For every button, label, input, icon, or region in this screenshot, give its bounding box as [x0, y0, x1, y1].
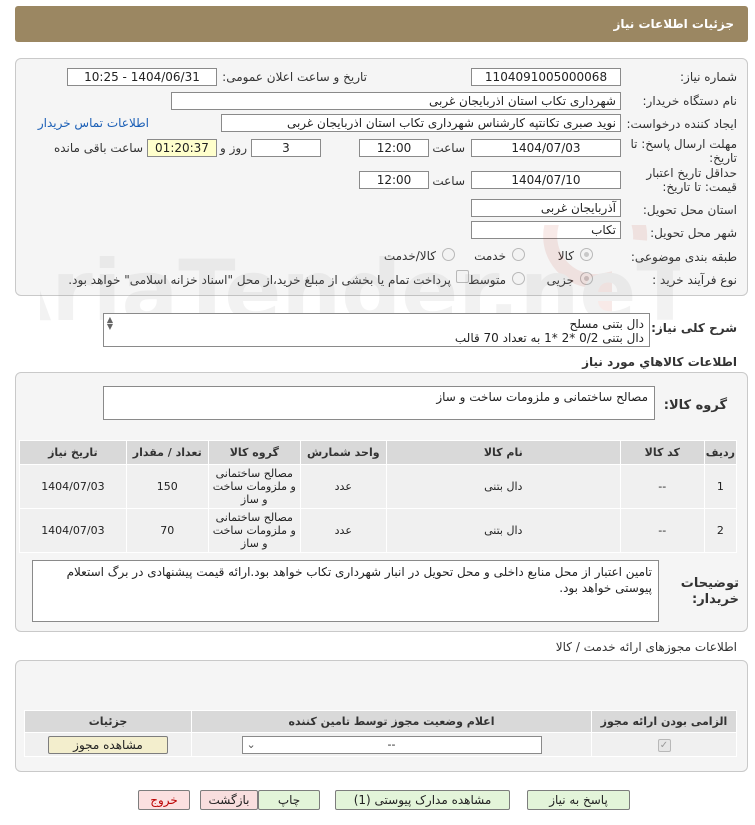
cell-goods-name: دال بتنی	[385, 508, 621, 553]
license-status-select[interactable]: -- ⌄	[241, 735, 542, 754]
table-row[interactable]: 2 -- دال بتنی عدد مصالح ساختمانی و ملزوم…	[19, 508, 738, 553]
cell-goods-code: --	[619, 508, 705, 553]
request-creator-field[interactable]: نوید صبری تکانتپه کارشناس شهرداری تکاب ا…	[221, 114, 621, 132]
purchase-process-label: نوع فرآیند خرید :	[652, 273, 737, 287]
cell-goods-name: دال بتنی	[385, 464, 621, 509]
col-license-required: الزامی بودن ارائه مجوز	[591, 710, 737, 733]
chevron-down-icon: ⌄	[246, 737, 256, 751]
cell-goods-group: مصالح ساختمانی و ملزومات ساخت و ساز	[207, 464, 301, 509]
col-goods-group: گروه کالا	[207, 440, 301, 465]
process-radio-medium[interactable]	[512, 272, 525, 285]
need-number-field[interactable]: 1104091005000068	[471, 68, 621, 86]
col-quantity: تعداد / مقدار	[125, 440, 209, 465]
need-description-line2: دال بتنی 0/2 *2 *1 به تعداد 70 قالب	[454, 331, 644, 345]
announce-datetime-field[interactable]: 1404/06/31 - 10:25	[67, 68, 217, 86]
cell-quantity: 150	[125, 464, 209, 509]
col-license-details: جزئیات	[24, 710, 192, 733]
category-goods-service-label: کالا/خدمت	[383, 249, 436, 263]
buyer-contact-link[interactable]: اطلاعات تماس خریدار	[38, 116, 149, 130]
remaining-time-field[interactable]: 01:20:37	[147, 139, 217, 157]
process-minor-label: جزیی	[546, 273, 574, 287]
table-row: ✓ -- ⌄ مشاهده مجوز	[24, 732, 737, 757]
cell-goods-group: مصالح ساختمانی و ملزومات ساخت و ساز	[207, 508, 301, 553]
goods-group-label: گروه کالا:	[663, 398, 727, 413]
reply-deadline-label: مهلت ارسال پاسخ: تا تاریخ:	[630, 137, 737, 165]
price-validity-label: حداقل تاریخ اعتبار قیمت: تا تاریخ:	[646, 166, 737, 194]
category-radio-goods[interactable]	[580, 248, 593, 261]
treasury-payment-checkbox[interactable]	[456, 270, 469, 283]
category-service-label: خدمت	[474, 249, 506, 263]
process-medium-label: متوسط	[468, 273, 506, 287]
cell-license-status: -- ⌄	[191, 732, 592, 757]
col-license-status: اعلام وضعیت مجوز توسط تامین کننده	[191, 710, 592, 733]
validity-time-label: ساعت	[432, 174, 465, 188]
goods-section-title: اطلاعات کالاهاي مورد نياز	[582, 355, 737, 369]
licenses-section-title: اطلاعات مجوزهای ارائه خدمت / کالا	[555, 640, 737, 654]
need-description-line1: دال بتنی مسلح	[569, 317, 644, 331]
delivery-province-label: استان محل تحویل:	[642, 203, 737, 217]
licenses-table-header: الزامی بودن ارائه مجوز اعلام وضعیت مجوز …	[24, 710, 737, 733]
need-description-label: شرح کلی نیاز:	[651, 321, 737, 335]
goods-table-header: ردیف کد کالا نام کالا واحد شمارش گروه کا…	[19, 440, 738, 465]
buyer-org-label: نام دستگاه خریدار:	[642, 94, 738, 108]
back-button[interactable]: بازگشت	[200, 790, 258, 810]
buyer-org-field[interactable]: شهرداری تکاب استان اذربایجان غربی	[171, 92, 621, 110]
license-status-value: --	[387, 737, 396, 751]
exit-button[interactable]: خروج	[138, 790, 190, 810]
cell-quantity: 70	[125, 508, 209, 553]
need-description-box[interactable]: دال بتنی مسلح دال بتنی 0/2 *2 *1 به تعدا…	[103, 313, 650, 347]
category-goods-label: کالا	[557, 249, 574, 263]
print-button[interactable]: چاپ	[258, 790, 320, 810]
cell-row-number: 2	[703, 508, 738, 553]
treasury-payment-note: پرداخت تمام یا بخشی از مبلغ خرید،از محل …	[68, 273, 451, 287]
col-need-date: تاریخ نیاز	[19, 440, 127, 465]
licenses-table: الزامی بودن ارائه مجوز اعلام وضعیت مجوز …	[24, 710, 737, 757]
process-radio-minor[interactable]	[580, 272, 593, 285]
reply-date-field[interactable]: 1404/07/03	[471, 139, 621, 157]
col-goods-name: نام کالا	[385, 440, 621, 465]
col-unit: واحد شمارش	[299, 440, 387, 465]
buyer-notes-label: توضیحات خریدار:	[680, 576, 739, 607]
page-header: جزئیات اطلاعات نیاز	[15, 6, 748, 42]
cell-need-date: 1404/07/03	[19, 464, 127, 509]
request-creator-label: ایجاد کننده درخواست:	[626, 117, 737, 131]
description-scroll-spinner[interactable]: ▲ ▼	[104, 316, 116, 331]
remaining-time-label: ساعت باقی مانده	[53, 141, 143, 155]
cell-row-number: 1	[703, 464, 738, 509]
delivery-province-field[interactable]: آذربایجان غربی	[471, 199, 621, 217]
view-attachments-button[interactable]: مشاهده مدارک پیوستی (1)	[335, 790, 510, 810]
reply-time-field[interactable]: 12:00	[359, 139, 429, 157]
category-radio-service[interactable]	[512, 248, 525, 261]
category-radio-goods-service[interactable]	[442, 248, 455, 261]
delivery-city-label: شهر محل تحویل:	[650, 226, 737, 240]
days-label: روز و	[220, 141, 247, 155]
validity-date-field[interactable]: 1404/07/10	[471, 171, 621, 189]
validity-time-field[interactable]: 12:00	[359, 171, 429, 189]
cell-unit: عدد	[299, 464, 387, 509]
cell-license-details: مشاهده مجوز	[24, 732, 192, 757]
page-title: جزئیات اطلاعات نیاز	[613, 17, 734, 31]
cell-need-date: 1404/07/03	[19, 508, 127, 553]
delivery-city-field[interactable]: تکاب	[471, 221, 621, 239]
cell-license-required: ✓	[591, 732, 737, 757]
announce-datetime-label: تاریخ و ساعت اعلان عمومی:	[222, 70, 367, 84]
buyer-notes-box[interactable]: تامین اعتبار از محل منابع داخلی و محل تح…	[32, 560, 659, 622]
goods-group-box[interactable]: مصالح ساختمانی و ملزومات ساخت و ساز	[103, 386, 655, 420]
need-number-label: شماره نیاز:	[680, 70, 737, 84]
remaining-days-field[interactable]: 3	[251, 139, 321, 157]
goods-table: ردیف کد کالا نام کالا واحد شمارش گروه کا…	[19, 440, 738, 553]
reply-to-need-button[interactable]: پاسخ به نیاز	[527, 790, 630, 810]
cell-unit: عدد	[299, 508, 387, 553]
col-goods-code: کد کالا	[619, 440, 705, 465]
license-required-checkbox[interactable]: ✓	[657, 739, 671, 752]
table-row[interactable]: 1 -- دال بتنی عدد مصالح ساختمانی و ملزوم…	[19, 464, 738, 509]
col-row-number: ردیف	[703, 440, 738, 465]
cell-goods-code: --	[619, 464, 705, 509]
reply-time-label: ساعت	[432, 141, 465, 155]
subject-category-label: طبقه بندی موضوعی:	[630, 250, 737, 264]
view-license-button[interactable]: مشاهده مجوز	[48, 735, 168, 754]
